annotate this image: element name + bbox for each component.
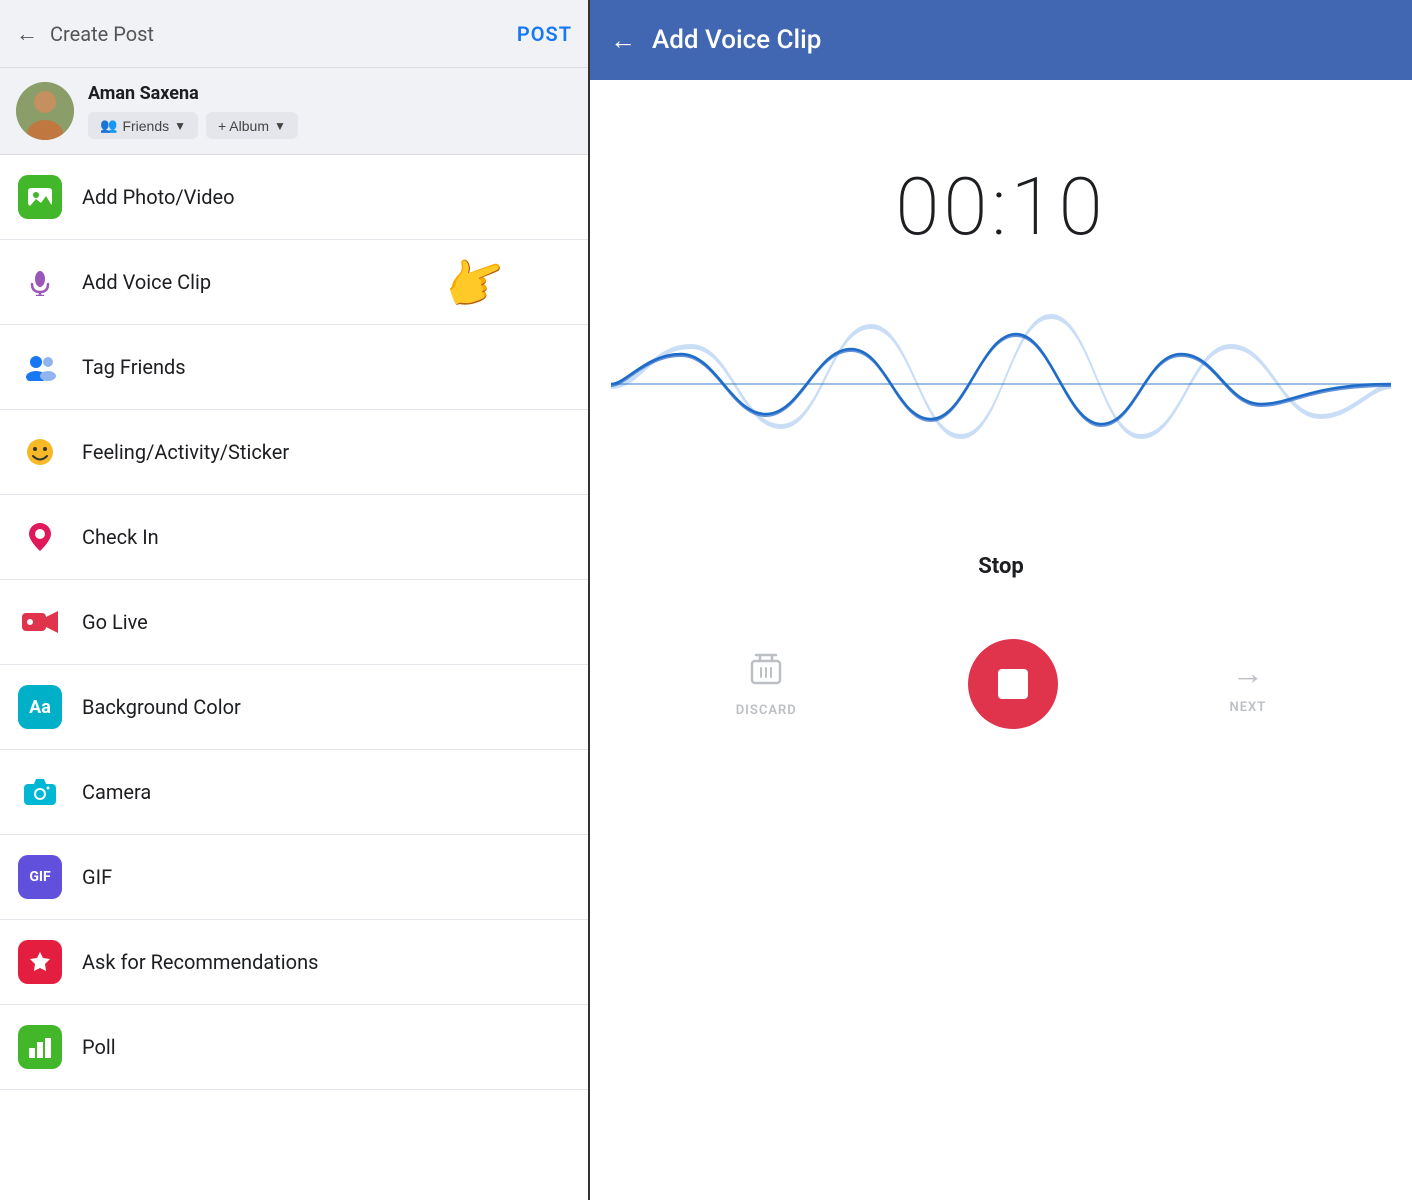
album-label: + Album: [218, 118, 269, 134]
recommendations-label: Ask for Recommendations: [82, 950, 318, 974]
check-in-label: Check In: [82, 525, 159, 549]
right-panel: ← Add Voice Clip 00:10: [590, 0, 1412, 1200]
left-header: ← Create Post POST: [0, 0, 588, 68]
waveform-svg: [611, 294, 1391, 474]
friends-chevron-icon: ▼: [174, 119, 186, 133]
feeling-label: Feeling/Activity/Sticker: [82, 440, 289, 464]
background-color-icon: Aa: [18, 685, 62, 729]
menu-item-check-in[interactable]: Check In: [0, 495, 588, 580]
timer-display: 00:10: [895, 160, 1106, 254]
discard-icon: [748, 651, 784, 695]
profile-name: Aman Saxena: [88, 83, 298, 104]
menu-item-recommendations[interactable]: Ask for Recommendations: [0, 920, 588, 1005]
pointer-hand-icon: 👉: [435, 242, 517, 321]
add-voice-clip-title: Add Voice Clip: [652, 25, 821, 55]
gif-icon: GIF: [18, 855, 62, 899]
go-live-icon: [18, 600, 62, 644]
menu-item-camera[interactable]: Camera: [0, 750, 588, 835]
photo-video-label: Add Photo/Video: [82, 185, 235, 209]
left-panel: ← Create Post POST Aman Saxena 👥 Friends…: [0, 0, 590, 1200]
post-button[interactable]: POST: [517, 22, 572, 46]
back-arrow-icon[interactable]: ←: [16, 21, 38, 47]
right-header: ← Add Voice Clip: [590, 0, 1412, 80]
menu-item-gif[interactable]: GIF GIF: [0, 835, 588, 920]
go-live-label: Go Live: [82, 610, 148, 634]
profile-buttons: 👥 Friends ▼ + Album ▼: [88, 112, 298, 139]
avatar: [16, 82, 74, 140]
create-post-title: Create Post: [50, 22, 154, 46]
friends-icon: 👥: [100, 117, 117, 134]
voice-clip-icon: [18, 260, 62, 304]
friends-label: Friends: [122, 118, 169, 134]
waveform-container: [611, 294, 1391, 474]
menu-item-poll[interactable]: Poll: [0, 1005, 588, 1090]
camera-icon: [18, 770, 62, 814]
friends-button[interactable]: 👥 Friends ▼: [88, 112, 198, 139]
album-button[interactable]: + Album ▼: [206, 112, 298, 139]
profile-info: Aman Saxena 👥 Friends ▼ + Album ▼: [88, 83, 298, 139]
album-chevron-icon: ▼: [274, 119, 286, 133]
voice-content: 00:10 Stop: [590, 80, 1412, 1200]
next-arrow-icon: →: [1232, 654, 1264, 692]
profile-row: Aman Saxena 👥 Friends ▼ + Album ▼: [0, 68, 588, 155]
menu-item-go-live[interactable]: Go Live: [0, 580, 588, 665]
tag-friends-icon: [18, 345, 62, 389]
stop-square-icon: [998, 669, 1028, 699]
menu-list: Add Photo/Video Add Voice Clip 👉: [0, 155, 588, 1200]
discard-button[interactable]: DISCARD: [736, 651, 797, 718]
stop-label: Stop: [978, 554, 1024, 579]
menu-item-feeling[interactable]: Feeling/Activity/Sticker: [0, 410, 588, 495]
next-label: NEXT: [1230, 700, 1267, 715]
photo-video-icon: [18, 175, 62, 219]
left-header-left: ← Create Post: [16, 21, 154, 47]
stop-record-button[interactable]: [968, 639, 1058, 729]
recommendations-icon: [18, 940, 62, 984]
feeling-icon: [18, 430, 62, 474]
poll-icon: [18, 1025, 62, 1069]
stop-area: Stop: [978, 554, 1024, 579]
next-button[interactable]: → NEXT: [1230, 654, 1267, 715]
voice-clip-label: Add Voice Clip: [82, 270, 211, 294]
gif-label: GIF: [82, 865, 112, 889]
poll-label: Poll: [82, 1035, 116, 1059]
camera-label: Camera: [82, 780, 151, 804]
menu-item-voice-clip[interactable]: Add Voice Clip 👉: [0, 240, 588, 325]
bottom-controls: DISCARD → NEXT: [590, 619, 1412, 769]
check-in-icon: [18, 515, 62, 559]
voice-clip-back-icon[interactable]: ←: [610, 25, 636, 56]
background-color-label: Background Color: [82, 695, 241, 719]
menu-item-tag-friends[interactable]: Tag Friends: [0, 325, 588, 410]
discard-label: DISCARD: [736, 703, 797, 718]
menu-item-background-color[interactable]: Aa Background Color: [0, 665, 588, 750]
menu-item-photo-video[interactable]: Add Photo/Video: [0, 155, 588, 240]
tag-friends-label: Tag Friends: [82, 355, 186, 379]
